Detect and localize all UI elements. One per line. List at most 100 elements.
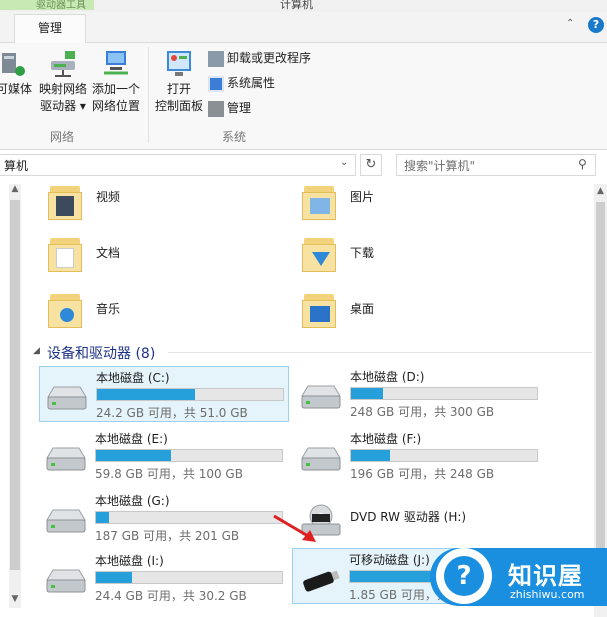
content-scroll-thumb[interactable]: [596, 202, 605, 582]
nav-scroll-down-icon[interactable]: ▼: [9, 594, 21, 608]
map-network-label-1: 映射网络: [38, 82, 87, 96]
navigation-pane[interactable]: [0, 184, 8, 617]
drive-f[interactable]: 本地磁盘 (F:) 196 GB 可用，共 248 GB: [294, 428, 544, 484]
system-properties-icon: [208, 75, 224, 92]
refresh-button[interactable]: ↻: [360, 154, 382, 176]
hard-drive-icon: [301, 447, 341, 471]
hard-drive-icon: [47, 386, 87, 410]
drive-usage-bar: [95, 511, 283, 524]
add-network-location-button[interactable]: 添加一个 网络位置: [90, 47, 142, 115]
map-network-drive-button[interactable]: 映射网络 驱动器 ▾: [36, 47, 90, 115]
folder-documents-label[interactable]: 文档: [96, 244, 120, 261]
uninstall-label: 卸载或更改程序: [227, 51, 312, 65]
manage-button[interactable]: 管理: [208, 98, 251, 118]
drive-name: 本地磁盘 (I:): [95, 554, 164, 568]
collapse-ribbon-icon[interactable]: ⌃: [566, 18, 580, 32]
drive-name: 本地磁盘 (C:): [96, 371, 170, 385]
context-tab-title: 驱动器工具: [36, 0, 86, 11]
watermark-name: 知识屋: [508, 562, 583, 590]
nav-scroll-up-icon[interactable]: ▲: [9, 184, 21, 198]
folder-desktop-label[interactable]: 桌面: [350, 300, 374, 317]
system-properties-button[interactable]: 系统属性: [208, 73, 275, 93]
drive-e[interactable]: 本地磁盘 (E:) 59.8 GB 可用，共 100 GB: [39, 428, 289, 484]
drive-name: 本地磁盘 (D:): [350, 370, 425, 384]
map-network-label-2: 驱动器 ▾: [40, 99, 86, 113]
drive-usage-bar: [95, 571, 283, 584]
media-server-icon: [2, 53, 25, 76]
drive-name: 本地磁盘 (G:): [95, 494, 170, 508]
refresh-icon: ↻: [365, 157, 377, 172]
folder-documents-icon[interactable]: [46, 234, 86, 274]
folder-downloads-icon[interactable]: [300, 234, 340, 274]
folder-pictures-icon[interactable]: [300, 182, 340, 222]
open-control-panel-button[interactable]: 打开 控制面板: [152, 47, 206, 115]
folder-desktop-icon[interactable]: [300, 290, 340, 330]
drive-usage-bar: [350, 449, 538, 462]
tab-manage[interactable]: 管理: [14, 14, 86, 43]
devices-section-title[interactable]: 设备和驱动器 (8): [47, 343, 155, 363]
media-button-label: 可媒体: [0, 82, 32, 96]
drive-usage-bar: [350, 387, 538, 400]
window-title: 计算机: [280, 0, 313, 11]
drive-space-info: 59.8 GB 可用，共 100 GB: [95, 467, 243, 481]
address-bar[interactable]: [0, 154, 356, 176]
hard-drive-icon: [46, 447, 86, 471]
drive-d[interactable]: 本地磁盘 (D:) 248 GB 可用，共 300 GB: [294, 366, 544, 422]
address-dropdown-icon[interactable]: ⌄: [340, 157, 348, 168]
usb-drive-icon: [303, 570, 340, 592]
scroll-up-icon[interactable]: ▲: [594, 186, 607, 200]
folder-music-icon[interactable]: [46, 290, 86, 330]
drive-space-info: 24.4 GB 可用，共 30.2 GB: [95, 589, 247, 603]
folder-videos-label[interactable]: 视频: [96, 188, 120, 205]
manage-label: 管理: [227, 101, 252, 115]
computer-management-icon: [208, 100, 224, 117]
hard-drive-icon: [301, 385, 341, 409]
media-button[interactable]: 可媒体: [0, 47, 36, 98]
section-divider: [168, 352, 592, 353]
drive-space-info: 248 GB 可用，共 300 GB: [350, 405, 495, 419]
system-properties-label: 系统属性: [227, 76, 276, 90]
address-path: 算机: [4, 159, 29, 173]
collapse-section-icon[interactable]: ◢: [33, 346, 40, 356]
uninstall-icon: [208, 50, 224, 67]
drive-usage-bar: [95, 449, 283, 462]
folder-downloads-label[interactable]: 下载: [350, 244, 374, 261]
folder-music-label[interactable]: 音乐: [96, 300, 120, 317]
group-label-network: 网络: [50, 130, 75, 144]
control-panel-label-2: 控制面板: [154, 99, 203, 113]
drive-usage-bar: [96, 388, 284, 401]
search-placeholder: 搜索"计算机": [404, 159, 476, 173]
drive-name: 本地磁盘 (E:): [95, 432, 168, 446]
drive-h-dvd[interactable]: DVD RW 驱动器 (H:): [294, 490, 544, 546]
control-panel-label-1: 打开: [166, 82, 191, 96]
drive-name: 本地磁盘 (F:): [350, 432, 422, 446]
group-separator: [148, 47, 149, 143]
watermark-url: zhishiwu.com: [510, 588, 585, 601]
ribbon: 可媒体 映射网络 驱动器 ▾ 添加一个 网络位置 打开 控制面板 卸载或更改程序…: [0, 43, 607, 150]
drive-g[interactable]: 本地磁盘 (G:) 187 GB 可用，共 201 GB: [39, 490, 289, 546]
network-location-icon: [104, 51, 128, 75]
network-drive-icon: [51, 51, 75, 77]
control-panel-icon: [167, 51, 191, 76]
drive-space-info: 187 GB 可用，共 201 GB: [95, 529, 240, 543]
drive-space-info: 196 GB 可用，共 248 GB: [350, 467, 495, 481]
add-network-label-2: 网络位置: [91, 99, 140, 113]
drive-name: 可移动磁盘 (J:): [349, 553, 430, 567]
nav-scroll-thumb[interactable]: [10, 200, 20, 570]
folder-videos-icon[interactable]: [46, 182, 86, 222]
red-annotation-arrow: [273, 514, 316, 542]
search-icon[interactable]: ⚲: [578, 157, 587, 171]
add-network-label-1: 添加一个: [91, 82, 140, 96]
group-label-system: 系统: [222, 130, 247, 144]
watermark-question-icon: ?: [444, 556, 484, 596]
drive-name: DVD RW 驱动器 (H:): [350, 510, 467, 524]
ribbon-tab-row: [0, 12, 607, 43]
uninstall-program-button[interactable]: 卸载或更改程序: [208, 48, 311, 68]
hard-drive-icon: [46, 569, 86, 593]
hard-drive-icon: [46, 509, 86, 533]
folder-pictures-label[interactable]: 图片: [350, 188, 374, 205]
drive-i[interactable]: 本地磁盘 (I:) 24.4 GB 可用，共 30.2 GB: [39, 550, 289, 606]
drive-c[interactable]: 本地磁盘 (C:) 24.2 GB 可用，共 51.0 GB: [39, 366, 289, 422]
drive-space-info: 24.2 GB 可用，共 51.0 GB: [96, 406, 248, 420]
help-icon[interactable]: ?: [588, 17, 604, 33]
